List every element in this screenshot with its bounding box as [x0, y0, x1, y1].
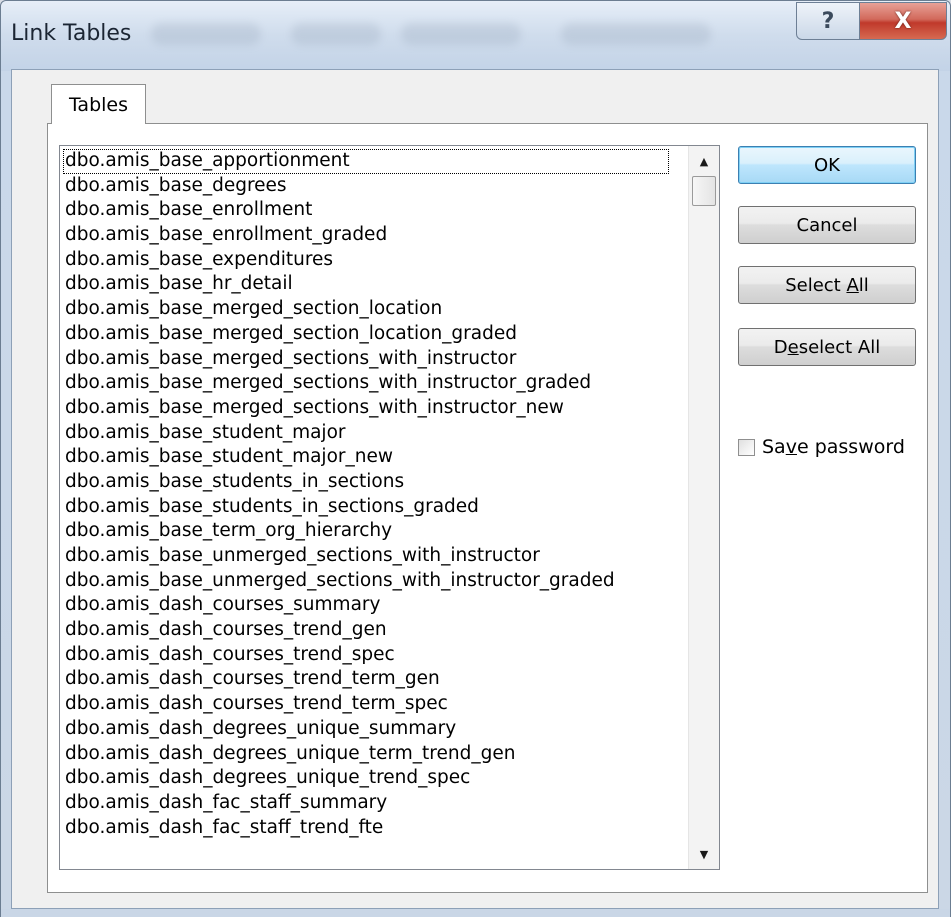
window-title: Link Tables — [11, 21, 132, 46]
select-all-button[interactable]: Select All — [738, 266, 916, 304]
table-list-item[interactable]: dbo.amis_dash_fac_staff_trend_fte — [63, 816, 689, 841]
deselect-all-label: Deselect All — [773, 336, 881, 358]
cancel-button-label: Cancel — [796, 214, 858, 236]
scroll-down-arrow-icon[interactable]: ▼ — [689, 839, 719, 869]
scroll-up-arrow-icon[interactable]: ▲ — [689, 146, 719, 176]
table-list-item[interactable]: dbo.amis_dash_degrees_unique_trend_spec — [63, 766, 689, 791]
table-list-item[interactable]: dbo.amis_dash_fac_staff_summary — [63, 791, 689, 816]
table-list-item[interactable]: dbo.amis_base_students_in_sections_grade… — [63, 495, 689, 520]
table-list-item[interactable]: dbo.amis_base_merged_section_location — [63, 297, 689, 322]
help-icon: ? — [821, 8, 835, 34]
tables-listbox[interactable]: dbo.amis_base_apportionment dbo.amis_base… — [59, 145, 720, 870]
close-button[interactable]: X — [859, 2, 947, 40]
table-list-item[interactable]: dbo.amis_base_enrollment_graded — [63, 223, 689, 248]
help-button[interactable]: ? — [796, 2, 860, 40]
table-list-item[interactable]: dbo.amis_base_expenditures — [63, 248, 689, 273]
title-bar[interactable]: Link Tables ? X — [1, 1, 950, 71]
table-list-item[interactable]: dbo.amis_dash_courses_trend_term_gen — [63, 667, 689, 692]
scroll-thumb[interactable] — [692, 176, 716, 206]
table-list-item[interactable]: dbo.amis_base_unmerged_sections_with_ins… — [63, 569, 689, 594]
table-list-item[interactable]: dbo.amis_base_student_major_new — [63, 445, 689, 470]
ok-button[interactable]: OK — [738, 146, 916, 184]
cancel-button[interactable]: Cancel — [738, 206, 916, 244]
close-icon: X — [894, 8, 912, 34]
tab-tables[interactable]: Tables — [51, 84, 146, 124]
table-list-item[interactable]: dbo.amis_dash_degrees_unique_term_trend_… — [63, 742, 689, 767]
tables-list: dbo.amis_base_apportionment dbo.amis_base… — [63, 149, 689, 866]
table-list-item[interactable]: dbo.amis_base_degrees — [63, 174, 689, 199]
select-all-label: Select All — [785, 274, 869, 296]
table-list-item[interactable]: dbo.amis_base_merged_section_location_gr… — [63, 322, 689, 347]
deselect-all-button[interactable]: Deselect All — [738, 328, 916, 366]
link-tables-dialog: Link Tables ? X Tables dbo.amis_base_app… — [0, 0, 951, 917]
tab-tables-label: Tables — [68, 93, 129, 116]
ok-button-label: OK — [814, 154, 840, 176]
table-list-item[interactable]: dbo.amis_dash_courses_trend_gen — [63, 618, 689, 643]
table-list-item[interactable]: dbo.amis_base_term_org_hierarchy — [63, 519, 689, 544]
table-list-item[interactable]: dbo.amis_base_students_in_sections — [63, 470, 689, 495]
table-list-item[interactable]: dbo.amis_base_merged_sections_with_instr… — [63, 347, 689, 372]
table-list-item[interactable]: dbo.amis_base_merged_sections_with_instr… — [63, 396, 689, 421]
table-list-item[interactable]: dbo.amis_dash_courses_trend_spec — [63, 643, 689, 668]
save-password-checkbox[interactable] — [738, 438, 755, 456]
table-list-item[interactable]: dbo.amis_base_apportionment — [63, 149, 669, 174]
table-list-item[interactable]: dbo.amis_base_student_major — [63, 421, 689, 446]
save-password-checkbox-row[interactable]: Save password — [738, 436, 905, 458]
table-list-item[interactable]: dbo.amis_base_unmerged_sections_with_ins… — [63, 544, 689, 569]
table-list-item[interactable]: dbo.amis_dash_degrees_unique_summary — [63, 717, 689, 742]
table-list-item[interactable]: dbo.amis_base_hr_detail — [63, 272, 689, 297]
save-password-label: Save password — [762, 436, 905, 458]
window-bottom-border — [1, 909, 950, 917]
table-list-item[interactable]: dbo.amis_dash_courses_trend_term_spec — [63, 692, 689, 717]
dialog-client-area: Tables dbo.amis_base_apportionment dbo.am… — [11, 69, 939, 909]
table-list-item[interactable]: dbo.amis_base_merged_sections_with_instr… — [63, 371, 689, 396]
vertical-scrollbar[interactable]: ▲ ▼ — [688, 146, 719, 869]
table-list-item[interactable]: dbo.amis_dash_courses_summary — [63, 593, 689, 618]
table-list-item[interactable]: dbo.amis_base_enrollment — [63, 198, 689, 223]
